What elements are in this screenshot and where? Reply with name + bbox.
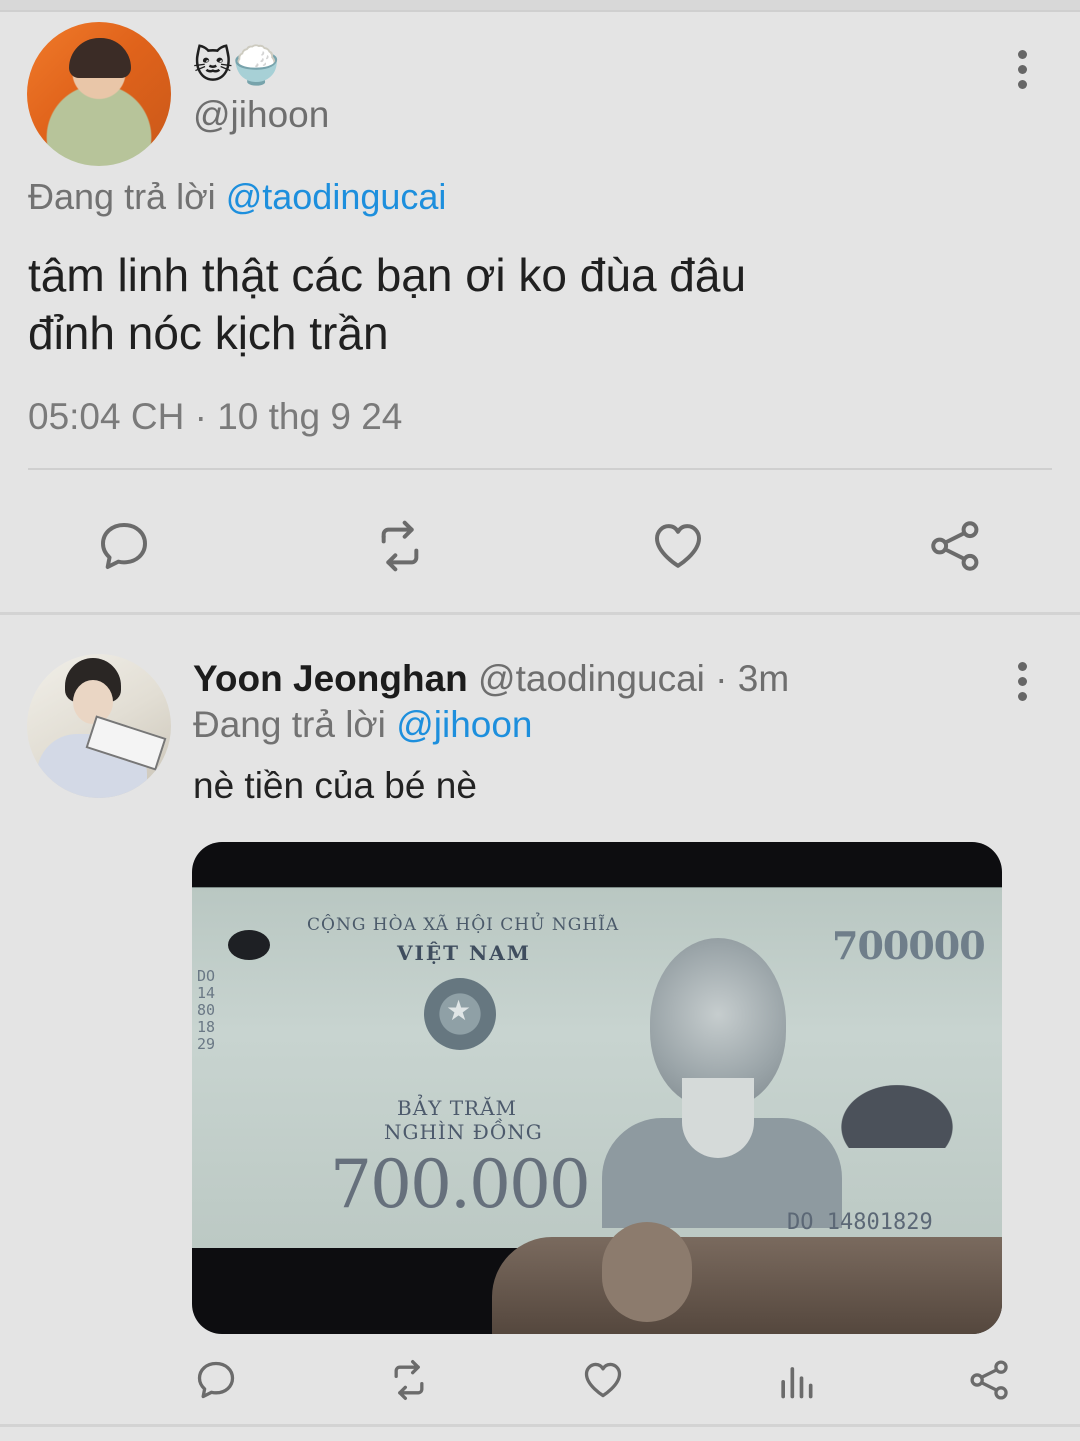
tweet-actions: [0, 500, 1080, 572]
reply-icon[interactable]: [96, 518, 152, 574]
replying-to: Đang trả lời @taodingucai: [28, 176, 446, 218]
reply-icon[interactable]: [194, 1358, 238, 1402]
like-icon[interactable]: [650, 518, 706, 574]
tweet-separator: [0, 1424, 1080, 1427]
banknote-mark: [228, 930, 270, 960]
banknote: DO 14801829 CỘNG HÒA XÃ HỘI CHỦ NGHĨA VI…: [192, 887, 1002, 1248]
replying-to-mention[interactable]: @taodingucai: [226, 176, 447, 217]
display-name[interactable]: Yoon Jeonghan: [193, 658, 468, 699]
tweet-text-line: đỉnh nóc kịch trần: [28, 307, 389, 359]
portrait-beard: [682, 1078, 754, 1158]
retweet-icon[interactable]: [387, 1358, 431, 1402]
hand: [492, 1237, 1002, 1334]
tweet-timestamp[interactable]: 05:04 CH · 10 thg 9 24: [28, 396, 402, 438]
tweet-media-image[interactable]: DO 14801829 CỘNG HÒA XÃ HỘI CHỦ NGHĨA VI…: [192, 842, 1002, 1334]
denomination-words: NGHÌN ĐỒNG: [384, 1120, 543, 1144]
more-options-icon[interactable]: [1016, 50, 1028, 94]
user-handle[interactable]: @taodingucai: [478, 658, 705, 699]
more-options-icon[interactable]: [1016, 662, 1028, 706]
reply-header: Yoon Jeonghan @taodingucai · 3m: [193, 656, 789, 702]
banknote-portrait: [602, 918, 842, 1228]
tweet-text-line: tâm linh thật các bạn ơi ko đùa đâu: [28, 249, 747, 301]
top-divider: [0, 0, 1080, 12]
replying-to-label: Đang trả lời: [28, 176, 216, 217]
denomination-top: 700000: [832, 923, 986, 968]
avatar-face: [73, 680, 113, 724]
views-icon[interactable]: [774, 1358, 818, 1402]
denomination-large: 700.000: [330, 1146, 591, 1223]
avatar[interactable]: [27, 654, 171, 798]
replying-to: Đang trả lời @jihoon: [193, 704, 533, 746]
replying-to-mention[interactable]: @jihoon: [396, 704, 532, 745]
thumb: [602, 1222, 692, 1322]
tweet-text: tâm linh thật các bạn ơi ko đùa đâu đỉnh…: [28, 246, 1028, 362]
user-handle[interactable]: @jihoon: [193, 94, 329, 136]
avatar-hair: [69, 38, 131, 78]
denomination-words: BẢY TRĂM: [397, 1096, 518, 1120]
like-icon[interactable]: [581, 1358, 625, 1402]
divider: [28, 468, 1052, 470]
tweet-separator: [0, 612, 1080, 615]
lotus-icon: [832, 1078, 962, 1148]
replying-to-label: Đang trả lời: [193, 704, 386, 745]
retweet-icon[interactable]: [372, 518, 428, 574]
relative-time: · 3m: [715, 658, 790, 699]
banknote-country-name: VIỆT NAM: [397, 941, 531, 965]
tweet-actions: [0, 1350, 1080, 1410]
share-icon[interactable]: [968, 1358, 1012, 1402]
display-name-emojis: 🐱🍚: [193, 43, 280, 87]
share-icon[interactable]: [928, 518, 984, 574]
national-emblem-icon: [424, 978, 496, 1050]
serial-number: DO 14801829: [787, 1210, 933, 1235]
avatar[interactable]: [27, 22, 171, 166]
serial-number-vertical: DO 14801829: [196, 967, 216, 1053]
banknote-country-line: CỘNG HÒA XÃ HỘI CHỦ NGHĨA: [307, 915, 620, 935]
tweet-text: nè tiền của bé nè: [193, 765, 477, 806]
